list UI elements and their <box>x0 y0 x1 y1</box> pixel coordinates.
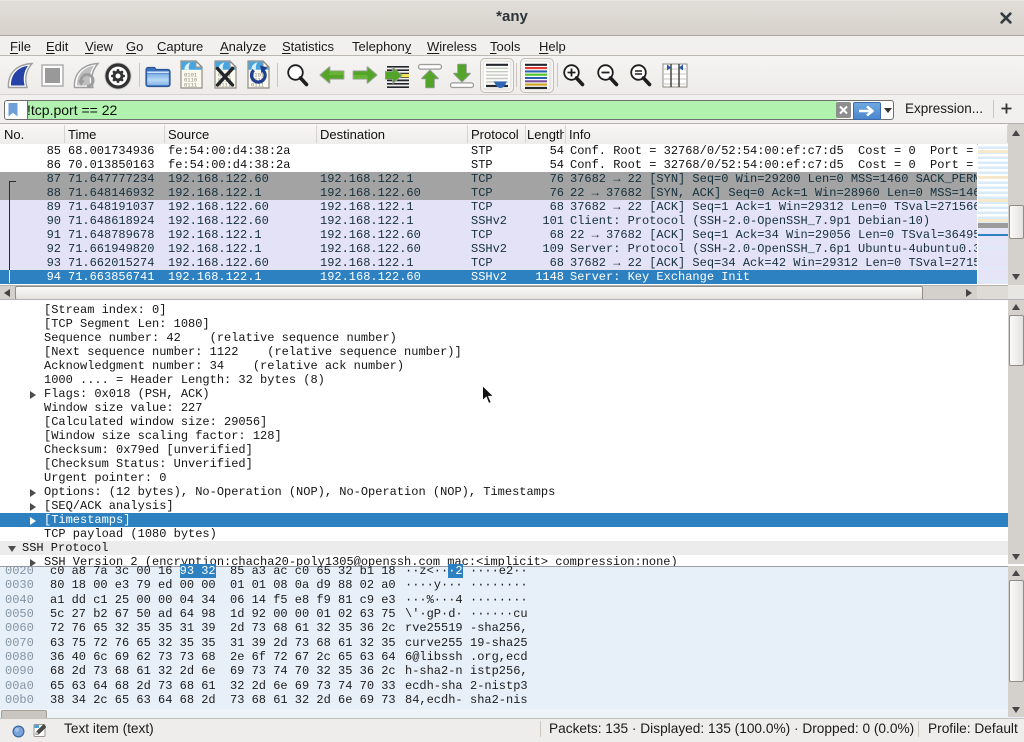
svg-text:0111: 0111 <box>184 82 198 89</box>
